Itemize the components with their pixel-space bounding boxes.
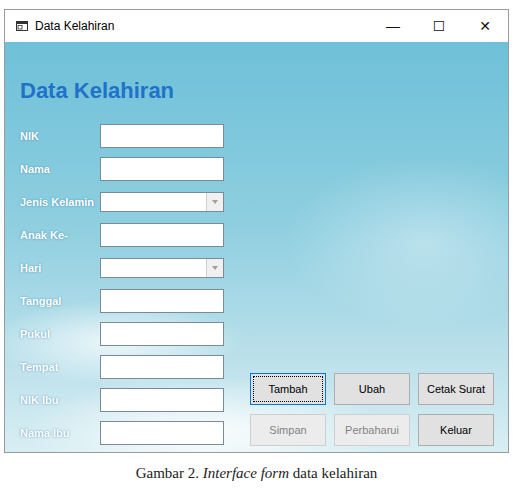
text-field[interactable] — [100, 289, 224, 313]
field-label: Nama Ibu — [16, 421, 100, 445]
combo-box[interactable] — [100, 192, 224, 212]
text-field[interactable] — [100, 322, 224, 346]
app-window-icon — [15, 19, 29, 33]
text-field[interactable] — [100, 421, 224, 445]
title-bar: Data Kelahiran—☐✕ — [5, 10, 508, 42]
field-label: Pukul — [16, 322, 100, 346]
caption-part: Gambar 2. — [136, 465, 203, 481]
field-label: NIK — [16, 124, 100, 148]
close-button[interactable]: ✕ — [462, 10, 508, 42]
field-label: Anak Ke- — [16, 223, 100, 247]
field-label: Jenis Kelamin — [16, 190, 100, 214]
caption-part: Interface form — [203, 465, 289, 481]
form-fields: NIK Nama Jenis Kelamin Anak Ke- Hari Tanggal P… — [16, 124, 226, 445]
button-label: Tambah — [268, 383, 307, 395]
text-field[interactable] — [100, 157, 224, 181]
dropdown-arrow-icon — [212, 200, 218, 204]
text-field[interactable] — [100, 388, 224, 412]
button-column: Tambah Ubah Cetak Surat Simpan Perbaharui Kel… — [250, 78, 494, 446]
keluar-button[interactable]: Keluar — [418, 414, 494, 446]
form-area: Data Kelahiran NIK Nama Jenis Kelamin Anak K… — [5, 42, 508, 452]
field-label: Tempat — [16, 355, 100, 379]
caption-part: data kelahiran — [289, 465, 377, 481]
field-label: Nama — [16, 157, 100, 181]
simpan-button: Simpan — [250, 414, 326, 446]
text-field[interactable] — [100, 223, 224, 247]
dropdown-button[interactable] — [206, 193, 223, 211]
form-heading: Data Kelahiran — [20, 78, 226, 104]
dropdown-button[interactable] — [206, 259, 223, 277]
button-label: Keluar — [440, 424, 472, 436]
ubah-button[interactable]: Ubah — [334, 373, 410, 405]
window-title: Data Kelahiran — [35, 19, 370, 33]
button-label: Simpan — [269, 424, 306, 436]
button-label: Ubah — [359, 383, 385, 395]
perbaharui-button: Perbaharui — [334, 414, 410, 446]
dropdown-arrow-icon — [212, 266, 218, 270]
form-column: Data Kelahiran NIK Nama Jenis Kelamin Anak K… — [16, 78, 226, 446]
button-group: Tambah Ubah Cetak Surat Simpan Perbaharui Kel… — [250, 373, 494, 446]
field-label: Hari — [16, 256, 100, 280]
window-controls: —☐✕ — [370, 10, 508, 42]
button-label: Cetak Surat — [427, 383, 485, 395]
combo-box[interactable] — [100, 258, 224, 278]
field-label: Tanggal — [16, 289, 100, 313]
tambah-button[interactable]: Tambah — [250, 373, 326, 405]
text-field[interactable] — [100, 355, 224, 379]
window: Data Kelahiran—☐✕Data KelahiranNIKNamaJe… — [4, 9, 509, 453]
button-label: Perbaharui — [345, 424, 399, 436]
text-field[interactable] — [100, 124, 224, 148]
minimize-button[interactable]: — — [370, 10, 416, 42]
field-label: NIK Ibu — [16, 388, 100, 412]
cetak-surat-button[interactable]: Cetak Surat — [418, 373, 494, 405]
maximize-button[interactable]: ☐ — [416, 10, 462, 42]
figure-caption: Gambar 2. Interface form data kelahiran — [136, 465, 378, 482]
